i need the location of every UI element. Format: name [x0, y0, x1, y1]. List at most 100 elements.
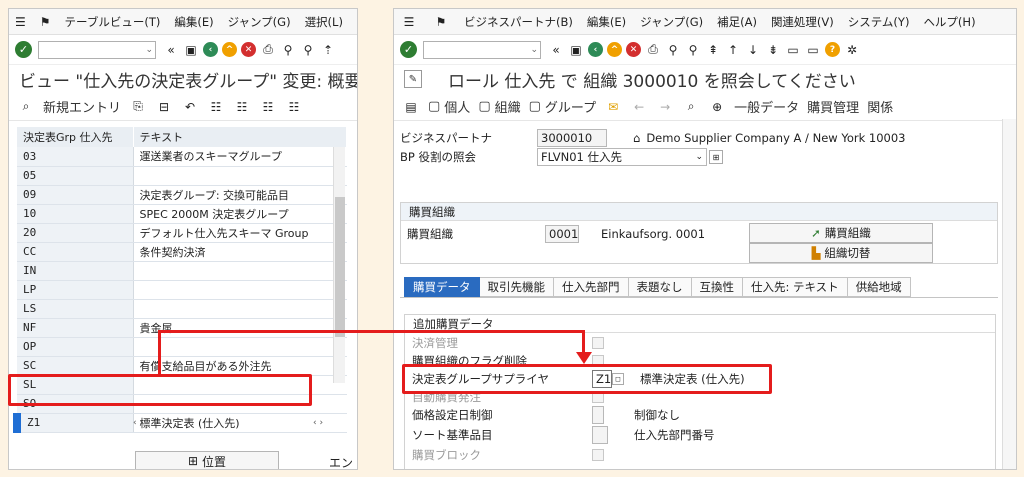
table-row[interactable]: 09 決定表グループ: 交換可能品目 [17, 185, 347, 205]
cancel-icon[interactable]: ✕ [626, 42, 641, 57]
back-icon[interactable]: ‹ [588, 42, 603, 57]
switch-org-button[interactable]: ▙ 組織切替 [749, 243, 933, 263]
deselect-icon[interactable]: ☷ [259, 98, 277, 116]
row-text[interactable]: SPEC 2000M 決定表グループ [133, 204, 347, 224]
scroll-thumb[interactable] [335, 197, 345, 337]
find-next-icon[interactable]: ⚲ [684, 41, 702, 59]
row-key[interactable]: LS [17, 299, 134, 319]
tab-compatibility[interactable]: 互換性 [691, 277, 743, 297]
print-icon[interactable]: ⎙ [644, 41, 662, 59]
table-row[interactable]: LP [17, 280, 347, 300]
glasses-icon[interactable]: ⌕ [682, 98, 700, 116]
double-left-icon[interactable]: « [162, 41, 180, 59]
organization-button[interactable]: ▢ 組織 [478, 97, 520, 116]
tab-purchasing-data[interactable]: 購買データ [404, 277, 480, 297]
save-icon[interactable]: ▣ [182, 41, 200, 59]
general-data-button[interactable]: 一般データ [734, 97, 799, 116]
row-key[interactable]: 03 [17, 147, 134, 167]
row-key[interactable]: NF [17, 318, 134, 338]
table-row[interactable]: 10 SPEC 2000M 決定表グループ [17, 204, 347, 224]
row-key[interactable]: 05 [17, 166, 134, 186]
row-text[interactable]: 有償支給品目がある外注先 [133, 356, 347, 376]
menu-system[interactable]: システム(Y) [848, 14, 910, 30]
row-text[interactable] [133, 299, 347, 319]
row-text[interactable]: 条件契約決済 [133, 242, 347, 262]
glasses-icon[interactable]: ⌕ [17, 98, 35, 116]
row-key[interactable]: 09 [17, 185, 134, 205]
flag-icon[interactable]: ⚑ [40, 13, 51, 31]
display-change-icon[interactable]: ✎ [404, 70, 422, 88]
flag-icon[interactable]: ⚑ [432, 13, 450, 31]
row-key[interactable]: 10 [17, 204, 134, 224]
table-row[interactable]: NF 貴金属 [17, 318, 347, 338]
table-vertical-scrollbar[interactable] [333, 147, 345, 383]
purch-org-field[interactable]: 0001 [545, 225, 579, 243]
enter-check-icon[interactable]: ✓ [400, 41, 417, 58]
menu-select[interactable]: 選択(L) [305, 14, 343, 30]
menu-edit[interactable]: 編集(E) [587, 14, 626, 30]
row-text[interactable]: 運送業者のスキーマグループ [133, 147, 347, 167]
menu-environment[interactable]: 関連処理(V) [771, 14, 834, 30]
row-text[interactable]: 貴金属 [133, 318, 347, 338]
gear-icon[interactable]: ✲ [843, 41, 861, 59]
row-text[interactable] [133, 166, 347, 186]
table-row[interactable]: 20 デフォルト仕入先スキーマ Group [17, 223, 347, 243]
new-session-icon[interactable]: ▭ [784, 41, 802, 59]
purch-org-button[interactable]: ➚ 購買組織 [749, 223, 933, 243]
role-dropdown[interactable]: FLVN01 仕入先 ⌄ [537, 148, 707, 166]
next-page-icon[interactable]: ↓ [744, 41, 762, 59]
table-row[interactable]: 05 [17, 166, 347, 186]
help-icon[interactable]: ? [825, 42, 840, 57]
save-icon[interactable]: ▣ [567, 41, 585, 59]
tab-vendor-subrange[interactable]: 仕入先部門 [554, 277, 629, 297]
table-row[interactable]: IN [17, 261, 347, 281]
find-icon[interactable]: ⚲ [664, 41, 682, 59]
menu-jump[interactable]: ジャンプ(G) [228, 14, 291, 30]
folder-icon[interactable]: ✉ [604, 98, 622, 116]
arrow-left-icon[interactable]: ← [630, 98, 648, 116]
layout-icon[interactable]: ▤ [402, 98, 420, 116]
relationships-button[interactable]: 関係 [867, 97, 893, 116]
menu-help[interactable]: ヘルプ(H) [923, 14, 975, 30]
row-key[interactable]: CC [17, 242, 134, 262]
print-icon[interactable]: ⎙ [259, 41, 277, 59]
person-button[interactable]: ▢ 個人 [428, 97, 470, 116]
scroll-left-right-icon-2[interactable]: ‹ › [313, 418, 323, 428]
bp-field[interactable]: 3000010 [537, 129, 607, 147]
price-date-field[interactable] [592, 406, 604, 424]
row-text[interactable] [133, 280, 347, 300]
checkbox[interactable] [592, 337, 604, 349]
page-up-icon[interactable]: ⇡ [319, 41, 337, 59]
command-field[interactable]: ⌄ [38, 40, 156, 59]
enter-check-icon[interactable]: ✓ [15, 41, 32, 58]
table-row[interactable]: CC 条件契約決済 [17, 242, 347, 262]
menu-icon[interactable]: ☰ [400, 13, 418, 31]
back-icon[interactable]: ‹ [203, 42, 218, 57]
first-page-icon[interactable]: ⇞ [704, 41, 722, 59]
shortcut-icon[interactable]: ▭ [804, 41, 822, 59]
menu-jump[interactable]: ジャンプ(G) [640, 14, 703, 30]
settings-icon[interactable]: ☷ [285, 98, 303, 116]
purchasing-button[interactable]: 購買管理 [807, 97, 859, 116]
new-entries-button[interactable]: 新規エントリ [43, 97, 121, 116]
tab-untitled[interactable]: 表題なし [628, 277, 692, 297]
command-field[interactable]: ⌄ [423, 40, 541, 59]
menu-table-view[interactable]: テーブルビュー(T) [65, 14, 161, 30]
table-row[interactable]: LS [17, 299, 347, 319]
select-all-icon[interactable]: ☷ [207, 98, 225, 116]
sort-item-field[interactable] [592, 426, 608, 444]
tab-vendor-text[interactable]: 仕入先: テキスト [743, 277, 848, 297]
menu-icon[interactable]: ☰ [15, 13, 26, 31]
find-next-icon[interactable]: ⚲ [299, 41, 317, 59]
row-key[interactable]: OP [17, 337, 134, 357]
row-text[interactable] [133, 261, 347, 281]
menu-business-partner[interactable]: ビジネスパートナ(B) [464, 14, 573, 30]
copy-icon[interactable]: ⎘ [129, 98, 147, 116]
arrow-right-icon[interactable]: → [656, 98, 674, 116]
col-header-key[interactable]: 決定表Grp 仕入先 [17, 127, 134, 147]
position-button[interactable]: ⊞ 位置 [135, 451, 279, 469]
checkbox[interactable] [592, 449, 604, 461]
select-block-icon[interactable]: ☷ [233, 98, 251, 116]
row-key[interactable]: Z1 [13, 413, 134, 433]
exit-icon[interactable]: ^ [222, 42, 237, 57]
